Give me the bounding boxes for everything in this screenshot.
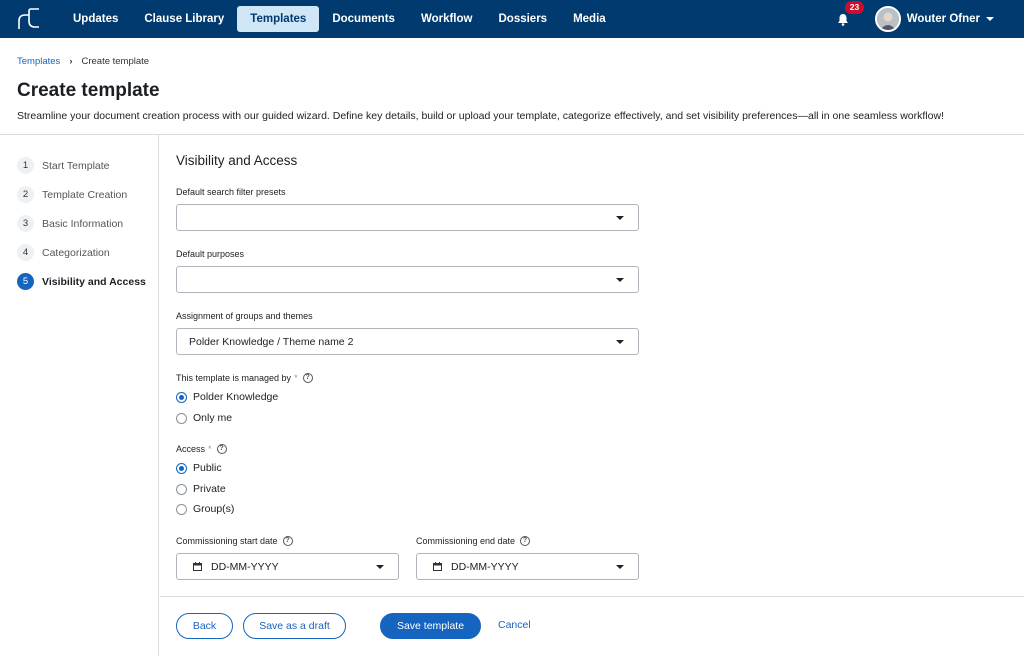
start-date-picker[interactable]: DD-MM-YYYY bbox=[176, 553, 399, 580]
user-menu-chevron-down-icon[interactable] bbox=[986, 17, 994, 21]
nav-media[interactable]: Media bbox=[560, 6, 619, 32]
step-categorization[interactable]: 4 Categorization bbox=[17, 244, 110, 261]
managed-by-option-only-me[interactable]: Only me bbox=[176, 412, 232, 424]
groups-themes-select[interactable]: Polder Knowledge / Theme name 2 bbox=[176, 328, 639, 355]
step-visibility-and-access[interactable]: 5 Visibility and Access bbox=[17, 273, 146, 290]
access-label: Access * ? bbox=[176, 444, 227, 454]
step-number: 4 bbox=[17, 244, 34, 261]
user-name[interactable]: Wouter Ofner bbox=[907, 13, 980, 25]
step-basic-information[interactable]: 3 Basic Information bbox=[17, 215, 123, 232]
step-number: 3 bbox=[17, 215, 34, 232]
step-number: 5 bbox=[17, 273, 34, 290]
end-date-value: DD-MM-YYYY bbox=[451, 561, 519, 573]
radio-label: Public bbox=[193, 462, 222, 474]
nav-templates[interactable]: Templates bbox=[237, 6, 320, 32]
managed-by-label-text: This template is managed by bbox=[176, 373, 292, 383]
managed-by-option-polder[interactable]: Polder Knowledge bbox=[176, 391, 278, 403]
step-number: 1 bbox=[17, 157, 34, 174]
filter-presets-label: Default search filter presets bbox=[176, 187, 286, 197]
radio-button[interactable] bbox=[176, 412, 187, 424]
purposes-label-text: Default purposes bbox=[176, 249, 245, 259]
page-description: Streamline your document creation proces… bbox=[17, 110, 944, 122]
radio-button[interactable] bbox=[176, 462, 187, 474]
nav-documents[interactable]: Documents bbox=[319, 6, 408, 32]
page-title: Create template bbox=[17, 80, 160, 101]
back-button[interactable]: Back bbox=[176, 613, 233, 639]
start-date-label: Commissioning start date ? bbox=[176, 536, 293, 546]
notification-count-badge: 23 bbox=[844, 1, 865, 14]
access-option-groups[interactable]: Group(s) bbox=[176, 503, 234, 515]
filter-presets-select[interactable] bbox=[176, 204, 639, 231]
radio-button[interactable] bbox=[176, 483, 187, 495]
save-draft-button[interactable]: Save as a draft bbox=[243, 613, 346, 639]
radio-label: Only me bbox=[193, 412, 233, 424]
step-start-template[interactable]: 1 Start Template bbox=[17, 157, 110, 174]
chevron-right-icon: › bbox=[69, 56, 73, 67]
nav-workflow[interactable]: Workflow bbox=[408, 6, 486, 32]
help-icon[interactable]: ? bbox=[520, 536, 531, 546]
cancel-link[interactable]: Cancel bbox=[498, 619, 531, 631]
calendar-icon bbox=[433, 562, 442, 571]
filter-presets-label-text: Default search filter presets bbox=[176, 187, 286, 197]
required-asterisk: * bbox=[208, 444, 212, 454]
groups-themes-label-text: Assignment of groups and themes bbox=[176, 311, 313, 321]
help-icon[interactable]: ? bbox=[302, 373, 313, 383]
top-navigation: Updates Clause Library Templates Documen… bbox=[0, 0, 1024, 38]
breadcrumb-templates-link[interactable]: Templates bbox=[17, 56, 60, 67]
chevron-down-icon bbox=[616, 278, 624, 282]
radio-label: Group(s) bbox=[193, 503, 235, 515]
footer-divider bbox=[160, 596, 1024, 597]
access-option-private[interactable]: Private bbox=[176, 483, 226, 495]
breadcrumb: Templates › Create template bbox=[17, 56, 149, 67]
calendar-icon bbox=[193, 562, 202, 571]
managed-by-label: This template is managed by * ? bbox=[176, 373, 313, 383]
radio-label: Polder Knowledge bbox=[193, 391, 279, 403]
save-template-button[interactable]: Save template bbox=[380, 613, 481, 639]
app-logo-icon[interactable] bbox=[16, 6, 42, 32]
nav-updates[interactable]: Updates bbox=[60, 6, 131, 32]
help-icon[interactable]: ? bbox=[282, 536, 293, 546]
nav-clause-library[interactable]: Clause Library bbox=[131, 6, 237, 32]
step-label: Basic Information bbox=[42, 217, 124, 230]
step-template-creation[interactable]: 2 Template Creation bbox=[17, 186, 127, 203]
chevron-down-icon bbox=[616, 216, 624, 220]
step-label: Start Template bbox=[42, 159, 110, 172]
groups-themes-label: Assignment of groups and themes bbox=[176, 311, 313, 321]
user-avatar[interactable] bbox=[874, 6, 901, 32]
main-menu: Updates Clause Library Templates Documen… bbox=[60, 0, 619, 38]
breadcrumb-current: Create template bbox=[81, 56, 150, 67]
step-label: Categorization bbox=[42, 246, 110, 259]
step-label: Visibility and Access bbox=[42, 275, 146, 288]
groups-themes-value: Polder Knowledge / Theme name 2 bbox=[189, 336, 354, 348]
step-label: Template Creation bbox=[42, 188, 128, 201]
purposes-select[interactable] bbox=[176, 266, 639, 293]
required-asterisk: * bbox=[294, 373, 298, 383]
chevron-down-icon bbox=[616, 340, 624, 344]
access-option-public[interactable]: Public bbox=[176, 462, 222, 474]
purposes-label: Default purposes bbox=[176, 249, 244, 259]
end-date-picker[interactable]: DD-MM-YYYY bbox=[416, 553, 639, 580]
start-date-value: DD-MM-YYYY bbox=[211, 561, 279, 573]
start-date-label-text: Commissioning start date bbox=[176, 536, 278, 546]
wizard-steps-sidebar: 1 Start Template 2 Template Creation 3 B… bbox=[0, 135, 159, 656]
end-date-label: Commissioning end date ? bbox=[416, 536, 531, 546]
user-area: 23 Wouter Ofner bbox=[837, 0, 994, 38]
nav-dossiers[interactable]: Dossiers bbox=[485, 6, 560, 32]
access-label-text: Access bbox=[176, 444, 206, 454]
help-icon[interactable]: ? bbox=[216, 444, 227, 454]
notifications-bell-icon[interactable]: 23 bbox=[837, 1, 865, 27]
radio-button[interactable] bbox=[176, 503, 187, 515]
radio-label: Private bbox=[193, 483, 226, 495]
radio-button[interactable] bbox=[176, 391, 187, 403]
step-number: 2 bbox=[17, 186, 34, 203]
section-title: Visibility and Access bbox=[176, 153, 298, 168]
chevron-down-icon bbox=[376, 565, 384, 569]
chevron-down-icon bbox=[616, 565, 624, 569]
end-date-label-text: Commissioning end date bbox=[416, 536, 516, 546]
